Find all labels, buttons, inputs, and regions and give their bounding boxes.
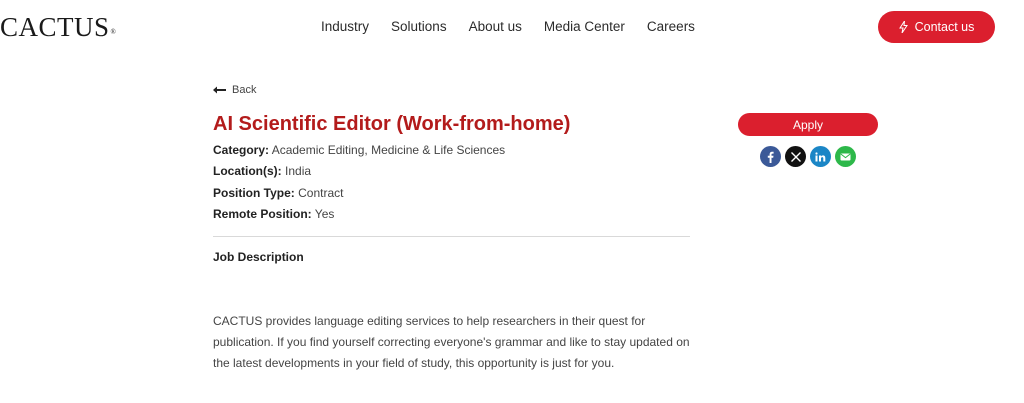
lightning-icon <box>898 21 908 33</box>
divider <box>213 236 690 237</box>
field-label: Remote Position: <box>213 207 312 221</box>
arrow-left-icon <box>213 86 226 94</box>
job-description-text: CACTUS provides language editing service… <box>213 314 690 370</box>
site-header: CACTUS® Industry Solutions About us Medi… <box>0 0 1024 56</box>
field-label: Position Type: <box>213 186 295 200</box>
field-value: Academic Editing, Medicine & Life Scienc… <box>271 143 506 157</box>
contact-us-button[interactable]: Contact us <box>878 11 995 43</box>
job-title: AI Scientific Editor (Work-from-home) <box>213 113 571 135</box>
main-nav: Industry Solutions About us Media Center… <box>321 18 717 36</box>
apply-button[interactable]: Apply <box>738 113 878 136</box>
share-icons <box>760 146 860 167</box>
cactus-logo[interactable]: CACTUS® <box>0 12 116 47</box>
nav-item-solutions[interactable]: Solutions <box>391 18 447 36</box>
nav-item-careers[interactable]: Careers <box>647 18 695 36</box>
job-remote-position: Remote Position: Yes <box>213 206 334 222</box>
contact-us-label: Contact us <box>914 20 975 34</box>
back-link[interactable]: Back <box>213 84 256 96</box>
nav-item-about-us[interactable]: About us <box>469 18 522 36</box>
job-description-heading: Job Description <box>213 250 304 264</box>
job-position-type: Position Type: Contract <box>213 185 343 201</box>
job-category: Category: Academic Editing, Medicine & L… <box>213 142 505 158</box>
field-label: Category: <box>213 143 270 157</box>
field-label: Location(s): <box>213 164 282 178</box>
nav-item-media-center[interactable]: Media Center <box>544 18 625 36</box>
field-value: Contract <box>298 186 344 200</box>
facebook-icon[interactable] <box>760 146 781 167</box>
x-icon[interactable] <box>785 146 806 167</box>
linkedin-icon[interactable] <box>810 146 831 167</box>
back-label: Back <box>232 84 257 96</box>
email-icon[interactable] <box>835 146 856 167</box>
field-value: Yes <box>314 207 335 221</box>
field-value: India <box>285 164 312 178</box>
logo-text: CACTUS <box>0 12 110 42</box>
nav-item-industry[interactable]: Industry <box>321 18 369 36</box>
job-location: Location(s): India <box>213 163 311 179</box>
registered-mark: ® <box>110 28 117 36</box>
